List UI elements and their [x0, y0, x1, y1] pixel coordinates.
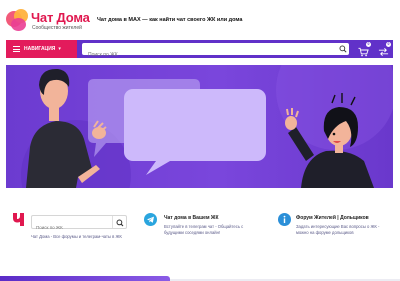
chevron-down-icon: ▾ — [58, 46, 61, 52]
navigation-menu-button[interactable]: НАВИГАЦИЯ ▾ — [6, 40, 77, 58]
search-icon[interactable] — [339, 45, 347, 53]
chat-doma-logo-icon — [13, 213, 24, 226]
cart-button[interactable]: 0 — [358, 42, 371, 57]
navigation-label: НАВИГАЦИЯ — [24, 46, 56, 52]
hamburger-icon — [13, 46, 20, 52]
card-search-button[interactable] — [112, 216, 126, 228]
compare-count-badge: 0 — [386, 42, 391, 47]
cart-count-badge: 0 — [366, 42, 371, 47]
brand-title[interactable]: Чат Дома — [31, 10, 90, 25]
brand-logo[interactable] — [6, 9, 30, 33]
navigation-bar: НАВИГАЦИЯ ▾ 0 0 — [6, 40, 393, 61]
search-input[interactable] — [82, 49, 349, 61]
card-search-input[interactable] — [32, 221, 112, 234]
card-search-description: Чат Дома - Все форумы и телеграм-чаты в … — [31, 234, 122, 239]
info-icon — [278, 213, 291, 226]
telegram-card-description: Вступайте в телеграм чат - Общайтесь с б… — [164, 224, 244, 235]
telegram-card-title[interactable]: Чат дома в Вашем ЖК — [164, 215, 219, 221]
forum-card-title[interactable]: Форум Жителей | Дольщиков — [296, 215, 369, 221]
hero-illustration — [21, 65, 393, 188]
forum-card-description: Задать интересующие Вас вопросы о ЖК - м… — [296, 224, 380, 235]
compare-icon — [378, 48, 389, 56]
hero-banner[interactable] — [6, 65, 393, 188]
search-icon — [116, 219, 124, 227]
telegram-icon — [144, 213, 157, 226]
bottom-accent-bar — [0, 276, 170, 281]
card-search-box — [31, 215, 127, 234]
search-box — [82, 43, 349, 61]
header-headline-link[interactable]: Чат дома в MAX — как найти чат своего ЖК… — [97, 17, 243, 23]
compare-button[interactable]: 0 — [378, 42, 391, 56]
brand-subtitle: Сообщество жителей — [32, 25, 82, 31]
cart-icon — [358, 47, 369, 57]
